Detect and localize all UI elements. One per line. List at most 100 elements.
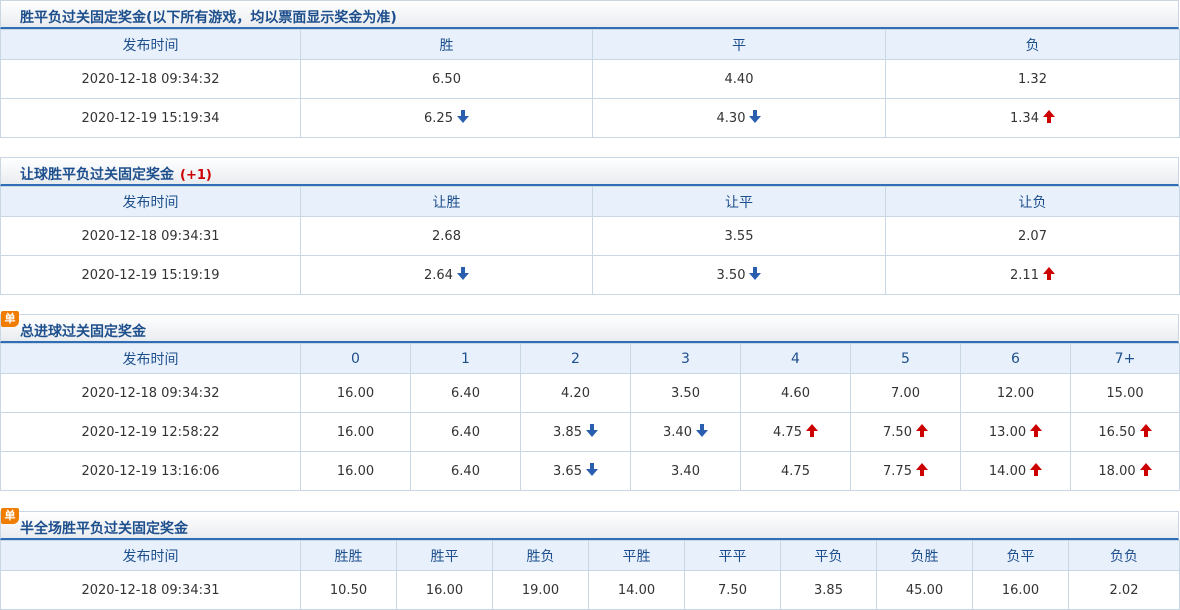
odds-value: 15.00	[1106, 385, 1144, 401]
header-option: 负负	[1068, 540, 1180, 571]
publish-time: 2020-12-19 12:58:22	[81, 424, 220, 440]
odds-cell: 3.40	[630, 412, 741, 452]
odds-cell: 2.07	[885, 216, 1180, 256]
odds-cell: 6.50	[300, 59, 593, 99]
header-option: 平负	[780, 540, 877, 571]
header-option: 6	[960, 343, 1071, 374]
odds-value: 3.85	[814, 582, 843, 598]
section-title: 总进球过关固定奖金	[20, 321, 146, 341]
odds-cell: 3.55	[592, 216, 886, 256]
single-badge-icon: 单	[1, 311, 19, 327]
odds-cell: 7.75	[850, 451, 961, 491]
odds-value: 4.75	[781, 463, 810, 479]
odds-cell: 6.25	[300, 98, 593, 138]
odds-cell: 6.40	[410, 373, 521, 413]
odds-cell: 14.00	[960, 451, 1071, 491]
publish-time: 2020-12-18 09:34:32	[81, 385, 220, 401]
odds-cell: 3.85	[780, 570, 877, 610]
table-header-row: 发布时间 0 1 2 3 4 5 6 7+	[0, 343, 1180, 374]
section-header: 让球胜平负过关固定奖金 (+1)	[0, 157, 1179, 186]
odds-cell: 4.60	[740, 373, 851, 413]
odds-cell: 7.50	[850, 412, 961, 452]
arrow-down-icon	[456, 110, 469, 124]
odds-value: 1.34	[1010, 111, 1039, 126]
header-option: 5	[850, 343, 961, 374]
header-option: 1	[410, 343, 521, 374]
arrow-down-icon	[585, 463, 598, 477]
arrow-down-icon	[749, 110, 762, 124]
publish-time: 2020-12-18 09:34:32	[81, 71, 220, 87]
odds-cell: 3.85	[520, 412, 631, 452]
odds-value: 13.00	[988, 425, 1027, 440]
header-publish-time: 发布时间	[0, 29, 301, 60]
section-header: 胜平负过关固定奖金(以下所有游戏，均以票面显示奖金为准)	[0, 0, 1179, 29]
odds-value: 7.50	[883, 425, 912, 440]
odds-value: 16.00	[336, 385, 375, 401]
odds-value: 3.40	[663, 425, 692, 440]
odds-cell: 16.00	[300, 373, 411, 413]
odds-value: 14.00	[617, 582, 656, 598]
header-option: 平	[592, 29, 886, 60]
odds-value: 16.00	[336, 463, 375, 479]
section-title-text: 让球胜平负过关固定奖金	[20, 167, 174, 183]
table-header-row: 发布时间胜平负	[0, 29, 1180, 60]
section-title: 半全场胜平负过关固定奖金	[20, 518, 188, 538]
publish-time: 2020-12-19 15:19:19	[81, 267, 220, 283]
odds-value: 4.40	[724, 71, 754, 87]
odds-table: 发布时间 胜胜 胜平 胜负 平胜 平平 平负 负胜 负平 负负 2020-12-18 09:34:3…	[0, 540, 1180, 610]
odds-value: 6.40	[451, 385, 480, 401]
odds-cell: 3.50	[592, 255, 886, 295]
section-header: 单半全场胜平负过关固定奖金	[0, 508, 1179, 540]
odds-cell: 4.30	[592, 98, 886, 138]
arrow-up-icon	[1030, 463, 1043, 477]
odds-table: 发布时间 让胜 让平 让负 2020-12-18 09:34:31 2.68 3.55 2.0…	[0, 186, 1180, 295]
odds-value: 2.07	[1018, 228, 1047, 244]
odds-cell: 16.00	[972, 570, 1069, 610]
header-option: 胜胜	[300, 540, 397, 571]
odds-value: 18.00	[1098, 464, 1136, 479]
arrow-up-icon	[1139, 424, 1152, 438]
table-row: 2020-12-19 12:58:22 16.00 6.40 3.85 3.40 4.75…	[0, 412, 1180, 452]
section-title: 让球胜平负过关固定奖金 (+1)	[20, 164, 212, 184]
odds-value: 4.30	[716, 111, 746, 126]
header-option: 3	[630, 343, 741, 374]
publish-time-cell: 2020-12-19 13:16:06	[0, 451, 301, 491]
table-row: 2020-12-18 09:34:32 6.50 4.40 1.32	[0, 59, 1180, 99]
publish-time: 2020-12-19 13:16:06	[81, 463, 220, 479]
odds-value: 7.50	[718, 582, 747, 598]
arrow-up-icon	[915, 424, 928, 438]
single-badge-icon: 单	[1, 508, 19, 524]
odds-cell: 12.00	[960, 373, 1071, 413]
odds-value: 6.40	[451, 463, 480, 479]
odds-value: 3.55	[724, 228, 754, 244]
header-publish-time: 发布时间	[0, 186, 301, 217]
arrow-up-icon	[805, 424, 818, 438]
table-row: 2020-12-18 09:34:32 16.00 6.40 4.20 3.50 4.60…	[0, 373, 1180, 413]
publish-time: 2020-12-18 09:34:31	[81, 228, 220, 244]
odds-cell: 13.00	[960, 412, 1071, 452]
arrow-up-icon	[915, 463, 928, 477]
odds-cell: 2.64	[300, 255, 593, 295]
odds-cell: 1.34	[885, 98, 1180, 138]
header-option: 胜负	[492, 540, 589, 571]
odds-value: 3.50	[671, 385, 700, 401]
arrow-up-icon	[1042, 110, 1055, 124]
odds-cell: 16.00	[396, 570, 493, 610]
table-header-row: 发布时间 让胜 让平 让负	[0, 186, 1180, 217]
odds-value: 4.60	[781, 385, 810, 401]
table-row: 2020-12-18 09:34:31 2.68 3.55 2.07	[0, 216, 1180, 256]
odds-value: 6.40	[451, 424, 480, 440]
section-title-text: 半全场胜平负过关固定奖金	[20, 521, 188, 537]
odds-value: 45.00	[905, 582, 944, 598]
odds-value: 7.75	[883, 464, 912, 479]
header-option: 胜平	[396, 540, 493, 571]
table-row: 2020-12-18 09:34:31 10.50 16.00 19.00 14.00 7…	[0, 570, 1180, 610]
header-option: 负平	[972, 540, 1069, 571]
odds-cell: 14.00	[588, 570, 685, 610]
section-title: 胜平负过关固定奖金(以下所有游戏，均以票面显示奖金为准)	[20, 7, 397, 27]
header-option: 4	[740, 343, 851, 374]
odds-value: 2.68	[432, 228, 461, 244]
odds-cell: 7.00	[850, 373, 961, 413]
odds-cell: 15.00	[1070, 373, 1180, 413]
odds-value: 4.20	[561, 385, 590, 401]
